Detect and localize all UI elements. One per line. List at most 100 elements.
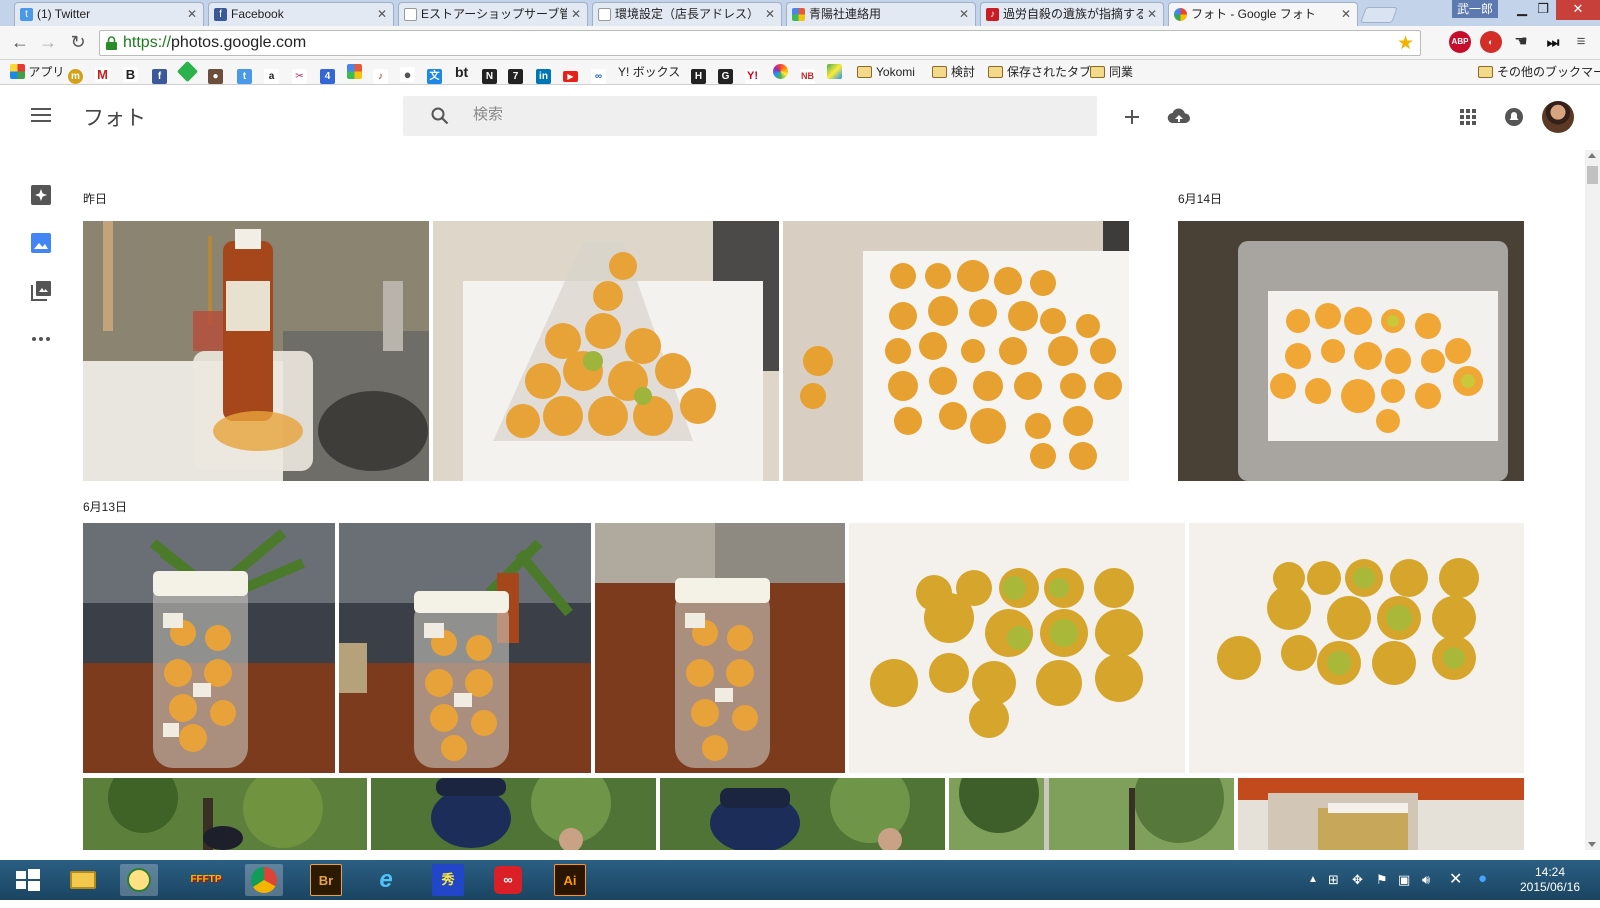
window-close-button[interactable]: ✕ [1556, 0, 1600, 20]
window-user-badge[interactable]: 武一郎 [1452, 0, 1498, 18]
reload-button[interactable]: ↻ [66, 31, 90, 55]
illustrator-icon[interactable]: Ai [554, 864, 586, 896]
bookmark-bt[interactable]: bt [455, 64, 468, 81]
bookmark-seven[interactable]: 7 [508, 64, 523, 84]
bookmark-ribbon[interactable]: ∞ [591, 64, 606, 84]
photo-thumbnail[interactable] [1189, 523, 1524, 773]
bookmark-apple[interactable]: ● [400, 64, 415, 82]
photo-thumbnail[interactable] [433, 221, 779, 481]
volume-icon[interactable]: 🔊︎ [1422, 872, 1430, 888]
add-icon[interactable] [1119, 104, 1145, 130]
photo-thumbnail[interactable] [83, 778, 367, 850]
forward-button[interactable]: → [36, 31, 60, 55]
tab-close-icon[interactable]: ✕ [765, 3, 775, 25]
bookmark-maps[interactable] [827, 64, 842, 81]
bookmark-folder-kento[interactable]: 検討 [932, 64, 975, 81]
bookmark-calendar[interactable]: 4 [320, 64, 335, 84]
photo-thumbnail[interactable] [83, 221, 429, 481]
tab-close-icon[interactable]: ✕ [1341, 3, 1351, 25]
photo-thumbnail[interactable] [83, 523, 335, 773]
photo-thumbnail[interactable] [1178, 221, 1524, 481]
file-explorer-icon[interactable] [64, 864, 102, 896]
bookmark-person[interactable]: ● [208, 64, 223, 84]
adblock-icon[interactable]: ABP [1449, 31, 1471, 53]
bookmark-news[interactable]: ♪ [373, 64, 388, 84]
ffftp-icon[interactable]: FFFTP [187, 864, 225, 896]
bookmark-mixi[interactable]: m [68, 64, 83, 84]
tab-close-icon[interactable]: ✕ [571, 3, 581, 25]
tab-news[interactable]: ♪ 過労自殺の遺族が指摘する「 ✕ [980, 2, 1164, 26]
flag-icon[interactable]: ⚑ [1376, 872, 1388, 888]
bookmark-feedly[interactable] [176, 60, 199, 83]
hand-icon[interactable]: ☚ [1510, 31, 1532, 53]
new-tab-button[interactable] [1360, 7, 1398, 23]
other-bookmarks[interactable]: その他のブックマーク [1478, 64, 1600, 81]
chrome-menu-icon[interactable]: ≡ [1570, 31, 1592, 53]
bookmark-ybox[interactable]: Y! ボックス [618, 64, 680, 81]
tab-seiyosha[interactable]: 青陽社連絡用 ✕ [786, 2, 976, 26]
photo-thumbnail[interactable] [1238, 778, 1524, 850]
windows-tray-icon[interactable]: ⊞ [1328, 872, 1339, 888]
scroll-up-arrow-icon[interactable] [1588, 153, 1596, 158]
photo-thumbnail[interactable] [371, 778, 656, 850]
photo-thumbnail[interactable] [783, 221, 1129, 481]
bookmark-notion[interactable]: N [482, 64, 497, 84]
photo-thumbnail[interactable] [660, 778, 945, 850]
scrollbar-thumb[interactable] [1587, 166, 1598, 184]
close-icon[interactable]: ✕ [1449, 869, 1462, 889]
bookmark-yahoo[interactable]: Y! [745, 64, 760, 84]
scroll-down-arrow-icon[interactable] [1588, 842, 1596, 847]
bookmark-gmail[interactable]: M [95, 64, 110, 82]
upload-icon[interactable] [1166, 104, 1192, 130]
notifications-icon[interactable] [1501, 104, 1527, 130]
bookmark-youtube[interactable]: ▶ [563, 64, 578, 82]
messenger-icon[interactable] [120, 864, 158, 896]
tray-expand-icon[interactable]: ▲ [1308, 874, 1318, 885]
network-icon[interactable]: ▣ [1398, 872, 1410, 888]
bookmark-translate[interactable]: 文 [427, 64, 442, 84]
search-input[interactable] [473, 106, 1053, 123]
chrome-icon[interactable] [245, 864, 283, 896]
bookmark-folder-dougyou[interactable]: 同業 [1090, 64, 1133, 81]
photo-thumbnail[interactable] [949, 778, 1234, 850]
bookmark-colorful[interactable] [773, 64, 788, 81]
tab-close-icon[interactable]: ✕ [959, 3, 969, 25]
bookmark-folder-yokomi[interactable]: Yokomi [857, 64, 915, 81]
bookmark-linkedin[interactable]: in [536, 64, 551, 84]
cloud-status-icon[interactable]: ● [1478, 870, 1487, 887]
tab-close-icon[interactable]: ✕ [187, 3, 197, 25]
fast-forward-icon[interactable]: ⏭ [1542, 31, 1564, 53]
bookmark-amazon[interactable]: a [264, 64, 279, 84]
tab-settings[interactable]: 環境設定（店長アドレス） ✕ [592, 2, 782, 26]
ie-icon[interactable]: e [367, 864, 405, 896]
lastpass-icon[interactable]: ◐ [1480, 31, 1502, 53]
apps-grid-icon[interactable] [1455, 104, 1481, 130]
bookmark-nb[interactable]: NB [800, 64, 815, 84]
bookmark-blogger[interactable]: B [123, 64, 138, 82]
bookmark-hatena[interactable]: H [691, 64, 706, 84]
page-scrollbar[interactable] [1585, 150, 1600, 850]
tab-google-photos[interactable]: フォト - Google フォト ✕ [1168, 2, 1358, 26]
start-button[interactable] [8, 864, 46, 896]
tab-close-icon[interactable]: ✕ [377, 3, 387, 25]
bookmark-facebook[interactable]: f [152, 64, 167, 84]
system-clock[interactable]: 14:24 2015/06/16 [1510, 865, 1590, 895]
back-button[interactable]: ← [8, 31, 32, 55]
address-bar[interactable]: https://photos.google.com ★ [99, 30, 1421, 56]
bookmark-star-icon[interactable]: ★ [1397, 32, 1414, 55]
search-box[interactable] [403, 96, 1097, 136]
bookmark-twitter[interactable]: t [237, 64, 252, 84]
bookmark-folder-saved-tabs[interactable]: 保存されたタブ [988, 64, 1091, 81]
bookmark-tool[interactable]: ✂ [292, 64, 307, 84]
creative-cloud-icon[interactable]: ∞ [489, 864, 527, 896]
hidemaru-icon[interactable]: 秀 [432, 864, 464, 896]
bookmark-pinwheel[interactable] [347, 64, 362, 81]
bridge-icon[interactable]: Br [310, 864, 342, 896]
photo-thumbnail[interactable] [849, 523, 1185, 773]
bookmark-g[interactable]: G [718, 64, 733, 84]
tab-twitter[interactable]: t (1) Twitter ✕ [14, 2, 204, 26]
tab-estore[interactable]: Eストアーショップサーブ管理画 ✕ [398, 2, 588, 26]
avatar[interactable] [1542, 101, 1574, 133]
tab-facebook[interactable]: f Facebook ✕ [208, 2, 394, 26]
bookmark-apps[interactable]: アプリ [10, 64, 64, 81]
